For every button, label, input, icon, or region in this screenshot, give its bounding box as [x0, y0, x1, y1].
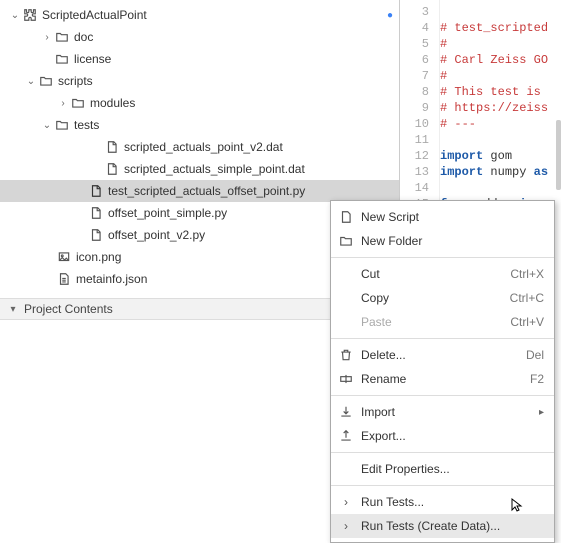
tree-label: metainfo.json: [76, 272, 147, 286]
chevron-right-icon[interactable]: ›: [40, 32, 54, 43]
tree-node-scripts[interactable]: ⌄ scripts: [0, 70, 399, 92]
tree-label: offset_point_v2.py: [108, 228, 205, 242]
python-file-icon: [88, 183, 104, 199]
tree-label: ScriptedActualPoint: [42, 8, 147, 22]
image-icon: [56, 249, 72, 265]
triangle-down-icon[interactable]: ▾: [6, 304, 20, 315]
tree-label: scripted_actuals_point_v2.dat: [124, 140, 283, 154]
chevron-down-icon[interactable]: ⌄: [40, 120, 54, 131]
python-file-icon: [88, 205, 104, 221]
new-file-icon: [337, 209, 355, 225]
folder-icon: [38, 73, 54, 89]
folder-icon: [70, 95, 86, 111]
scrollbar-thumb[interactable]: [556, 120, 561, 190]
menu-run-tests-create-data[interactable]: › Run Tests (Create Data)...: [331, 514, 554, 538]
menu-separator: [331, 338, 554, 339]
menu-new-script[interactable]: New Script: [331, 205, 554, 229]
export-icon: [337, 428, 355, 444]
tree-node-file-selected[interactable]: test_scripted_actuals_offset_point.py: [0, 180, 399, 202]
tree-label: offset_point_simple.py: [108, 206, 227, 220]
blank-icon: [337, 290, 355, 306]
folder-icon: [54, 51, 70, 67]
folder-icon: [54, 29, 70, 45]
section-title: Project Contents: [24, 302, 113, 316]
tree-label: scripts: [58, 74, 93, 88]
file-icon: [104, 139, 120, 155]
menu-rename[interactable]: Rename F2: [331, 367, 554, 391]
import-icon: [337, 404, 355, 420]
chevron-right-icon: ▸: [539, 407, 544, 418]
menu-run-tests[interactable]: › Run Tests...: [331, 490, 554, 514]
modified-dot-icon: ●: [387, 10, 393, 21]
menu-edit-properties[interactable]: Edit Properties...: [331, 457, 554, 481]
puzzle-icon: [22, 7, 38, 23]
trash-icon: [337, 347, 355, 363]
menu-separator: [331, 452, 554, 453]
tree-label: scripted_actuals_simple_point.dat: [124, 162, 305, 176]
blank-icon: [337, 314, 355, 330]
tree-node-file[interactable]: scripted_actuals_point_v2.dat: [0, 136, 399, 158]
chevron-right-icon[interactable]: ›: [56, 98, 70, 109]
new-folder-icon: [337, 233, 355, 249]
tree-node-doc[interactable]: › doc: [0, 26, 399, 48]
chevron-right-icon: ›: [337, 494, 355, 510]
chevron-down-icon[interactable]: ⌄: [8, 10, 22, 21]
rename-icon: [337, 371, 355, 387]
menu-separator: [331, 395, 554, 396]
menu-export[interactable]: Export...: [331, 424, 554, 448]
python-file-icon: [88, 227, 104, 243]
context-menu: New Script New Folder Cut Ctrl+X Copy Ct…: [330, 200, 555, 543]
menu-copy[interactable]: Copy Ctrl+C: [331, 286, 554, 310]
tree-label: license: [74, 52, 111, 66]
menu-paste: Paste Ctrl+V: [331, 310, 554, 334]
tree-label: test_scripted_actuals_offset_point.py: [108, 184, 305, 198]
tree-node-root[interactable]: ⌄ ScriptedActualPoint ●: [0, 4, 399, 26]
json-file-icon: [56, 271, 72, 287]
tree-label: tests: [74, 118, 99, 132]
menu-new-folder[interactable]: New Folder: [331, 229, 554, 253]
chevron-down-icon[interactable]: ⌄: [24, 76, 38, 87]
tree-node-modules[interactable]: › modules: [0, 92, 399, 114]
menu-import[interactable]: Import ▸: [331, 400, 554, 424]
tree-label: modules: [90, 96, 135, 110]
tree-label: icon.png: [76, 250, 121, 264]
chevron-right-icon: ›: [337, 518, 355, 534]
folder-icon: [54, 117, 70, 133]
blank-icon: [337, 461, 355, 477]
menu-separator: [331, 257, 554, 258]
tree-node-tests[interactable]: ⌄ tests: [0, 114, 399, 136]
file-icon: [104, 161, 120, 177]
tree-node-file[interactable]: scripted_actuals_simple_point.dat: [0, 158, 399, 180]
menu-cut[interactable]: Cut Ctrl+X: [331, 262, 554, 286]
menu-delete[interactable]: Delete... Del: [331, 343, 554, 367]
blank-icon: [337, 266, 355, 282]
editor-gutter: 345 678 91011 121314 15: [400, 0, 440, 212]
tree-label: doc: [74, 30, 93, 44]
tree-node-license[interactable]: license: [0, 48, 399, 70]
menu-separator: [331, 485, 554, 486]
